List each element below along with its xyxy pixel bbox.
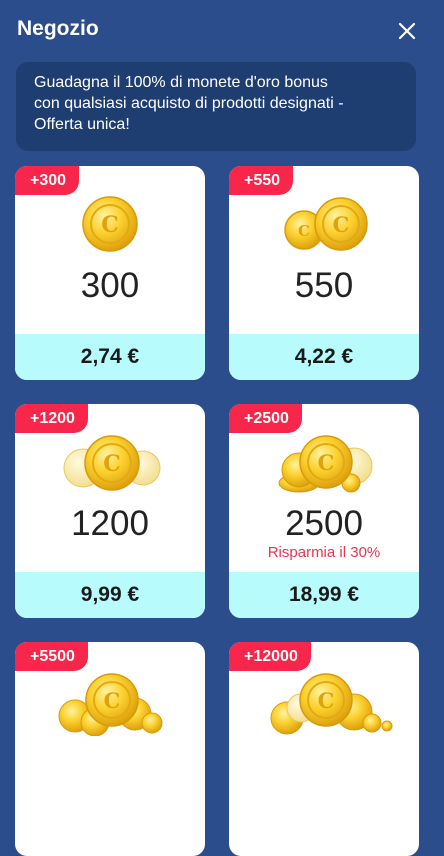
gold-coin-icon: C — [270, 673, 393, 735]
svg-text:C: C — [318, 450, 335, 475]
gold-coin-icon: C — [63, 435, 161, 491]
price-button[interactable]: 18,99 € — [229, 572, 419, 618]
promo-line-2: con qualsiasi acquisto di prodotti desig… — [34, 95, 344, 112]
svg-text:C: C — [333, 212, 350, 237]
product-card-550[interactable]: +550 C C 550 4,22 € — [229, 166, 419, 380]
page-title: Negozio — [17, 17, 99, 40]
price-button[interactable]: 2,74 € — [15, 334, 205, 380]
gold-coin-icon: C — [58, 673, 163, 736]
coin-amount: 300 — [80, 266, 140, 305]
coin-amount: 1200 — [71, 504, 149, 543]
svg-text:C: C — [103, 451, 121, 477]
product-card-300[interactable]: +300 C 300 2,74 € — [15, 166, 205, 380]
promo-line-3: Offerta unica! — [34, 116, 130, 133]
svg-text:C: C — [101, 212, 119, 238]
saving-label: Risparmia il 30% — [267, 544, 381, 561]
gold-coin-icon: C — [278, 435, 373, 493]
svg-text:C: C — [298, 222, 310, 240]
product-card-12000[interactable]: +12000 C — [229, 642, 419, 856]
close-button[interactable] — [394, 18, 420, 44]
product-card-1200[interactable]: +1200 C 1200 9,99 € — [15, 404, 205, 618]
gold-coin-icon: C C — [284, 197, 368, 251]
price-button[interactable]: 4,22 € — [229, 334, 419, 380]
svg-text:C: C — [104, 688, 121, 713]
coin-amount: 550 — [294, 266, 354, 305]
promo-line-1: Guadagna il 100% di monete d'oro bonus — [34, 74, 328, 91]
close-icon — [398, 22, 416, 40]
svg-text:C: C — [318, 688, 335, 713]
coin-amount: 2500 — [285, 504, 363, 543]
header: Negozio — [0, 0, 444, 60]
promo-banner: Guadagna il 100% di monete d'oro bonus c… — [16, 62, 416, 151]
product-card-5500[interactable]: +5500 C — [15, 642, 205, 856]
product-card-2500[interactable]: +2500 C 2500 Risparmia il 30% 18,99 € — [229, 404, 419, 618]
gold-coin-icon: C — [82, 196, 138, 252]
price-button[interactable]: 9,99 € — [15, 572, 205, 618]
